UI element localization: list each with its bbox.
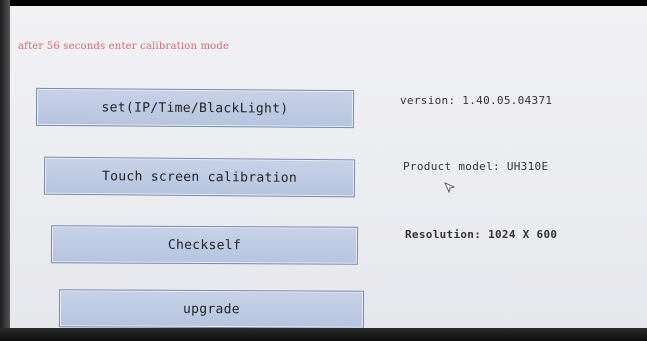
touch-screen-calibration-button[interactable]: Touch screen calibration xyxy=(43,156,356,198)
cursor-arrow-icon xyxy=(444,182,456,194)
product-model-info: Product model: UH310E xyxy=(403,160,549,173)
upgrade-button[interactable]: upgrade xyxy=(58,289,365,328)
checkself-button[interactable]: Checkself xyxy=(50,225,359,265)
set-ip-time-backlight-button[interactable]: set(IP/Time/BlackLight) xyxy=(35,87,355,129)
bottom-bezel xyxy=(0,328,647,341)
version-info: version: 1.40.05.04371 xyxy=(400,94,553,107)
resolution-info: Resolution: 1024 X 600 xyxy=(405,228,558,241)
left-bezel xyxy=(0,0,10,341)
calibration-countdown-text: after 56 seconds enter calibration mode xyxy=(18,41,230,52)
device-screen: after 56 seconds enter calibration mode … xyxy=(0,6,647,328)
